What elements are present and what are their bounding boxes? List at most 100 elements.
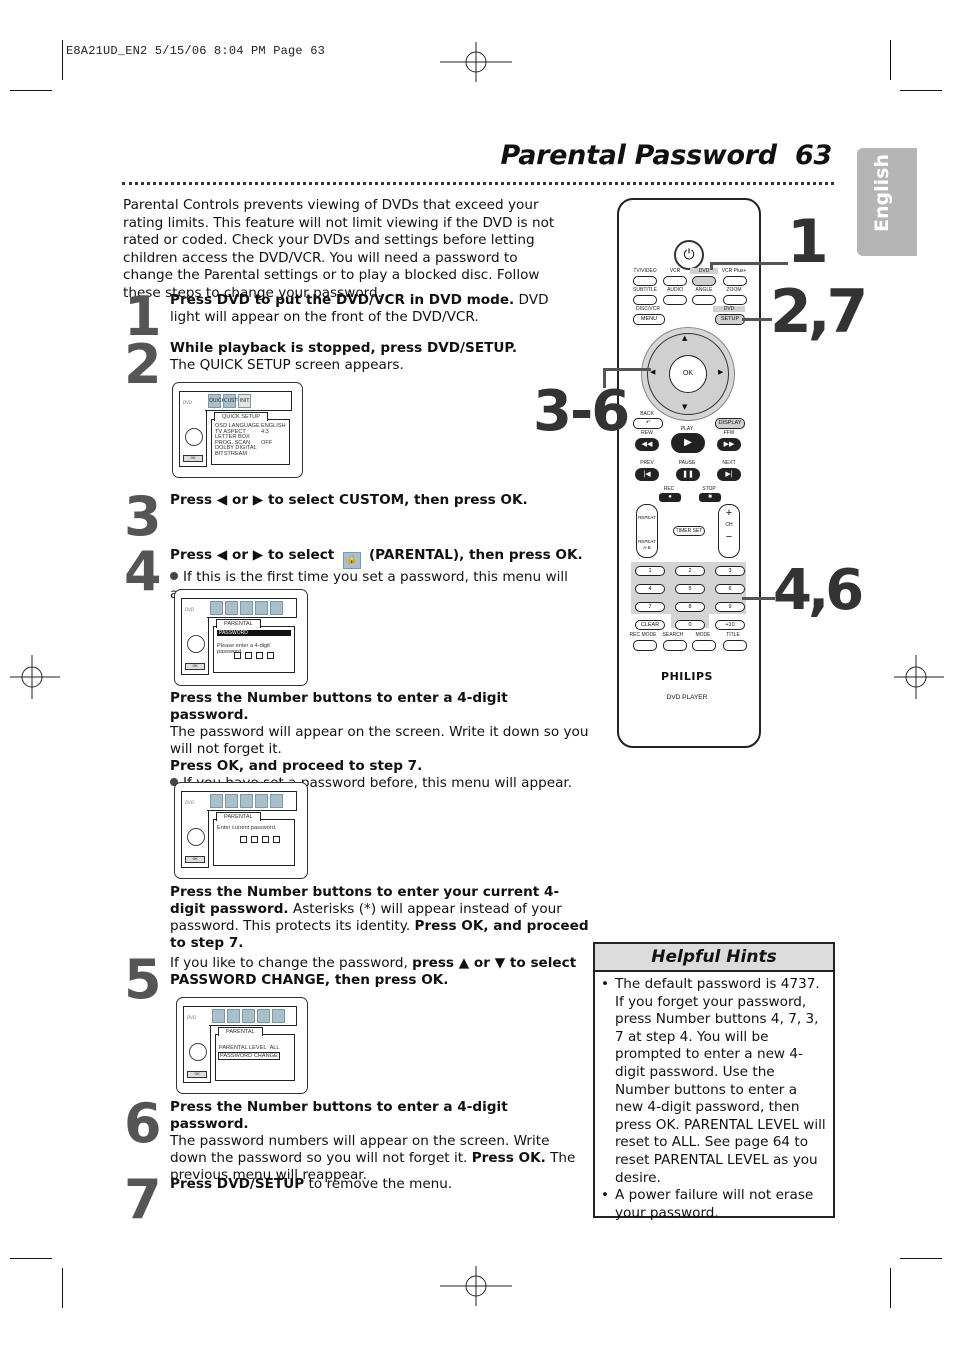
repeat-button[interactable]: REPEAT REPEAT A-B: [636, 504, 658, 558]
display-icon: [225, 601, 238, 615]
dvd-button[interactable]: [692, 276, 716, 286]
page-title: Parental Password 63: [480, 140, 832, 171]
menu-button[interactable]: MENU: [633, 314, 665, 325]
vcr-button[interactable]: [663, 276, 687, 286]
number-9-button[interactable]: 9: [715, 602, 745, 612]
number-1-button[interactable]: 1: [635, 566, 665, 576]
ok-button[interactable]: OK: [669, 355, 707, 393]
password-new-screen: DVD OK PARENTAL PASSWORD Please enter a 4…: [174, 589, 308, 686]
dpad-icon: [187, 635, 205, 653]
number-0-button[interactable]: 0: [675, 620, 705, 630]
step-6-bold2: Press OK.: [471, 1150, 546, 1166]
play-label: PLAY: [680, 426, 694, 432]
recmode-button[interactable]: [633, 640, 657, 651]
screen-icon-bar: [207, 598, 297, 618]
play-button[interactable]: ▶: [671, 433, 705, 453]
stop-button[interactable]: ■: [699, 493, 721, 502]
password-change-option: PASSWORD CHANGE: [218, 1052, 280, 1060]
setting-row: TV ASPECT 4:3 LETTER BOX: [215, 428, 269, 440]
hint-item: The default password is 4737. If you for…: [601, 976, 827, 1187]
step-2-detail: The QUICK SETUP screen appears.: [170, 357, 404, 373]
crop-mark: [900, 90, 942, 91]
number-5-button[interactable]: 5: [675, 584, 705, 594]
number-7-button[interactable]: 7: [635, 602, 665, 612]
number-3-button[interactable]: 3: [715, 566, 745, 576]
vcrplus-button[interactable]: [723, 276, 747, 286]
screen-main-area: PARENTAL PASSWORD Please enter a 4-digit…: [213, 619, 295, 673]
setting-row: DOLBY DIGITALBITSTREAM: [215, 445, 257, 457]
pause-button[interactable]: ❚❚: [676, 468, 700, 481]
language-icon: [210, 601, 223, 615]
crop-mark: [62, 1268, 63, 1308]
prev-button[interactable]: |◀: [635, 468, 659, 481]
intro-paragraph: Parental Controls prevents viewing of DV…: [123, 197, 555, 301]
crop-mark: [10, 1258, 52, 1259]
channel-button[interactable]: + CH −: [718, 504, 740, 558]
language-tab-label: English: [871, 154, 893, 232]
crop-mark: [890, 40, 891, 80]
display-button[interactable]: DISPLAY: [715, 418, 745, 429]
audio-icon: [240, 601, 253, 615]
audio-button[interactable]: [663, 295, 687, 305]
setup-button[interactable]: SETUP: [715, 314, 745, 325]
plus10-button[interactable]: +10: [715, 620, 745, 630]
discvcr-label: DISC/VCR: [636, 306, 660, 312]
password-prompt: Enter current password.: [217, 825, 277, 831]
step-5-detail: If you like to change the password,: [170, 955, 413, 971]
title-button[interactable]: [723, 640, 747, 651]
step-7-bold: Press DVD/SETUP: [170, 1176, 305, 1192]
screen-left-panel: DVD OK: [181, 791, 209, 868]
dvd-logo-icon: DVD: [183, 400, 192, 405]
others-icon: [270, 794, 283, 808]
dpad-icon: [187, 828, 205, 846]
title-label: TITLE: [726, 632, 740, 638]
callout-line: [742, 318, 772, 321]
audio-icon: [242, 1009, 255, 1023]
stop-label: STOP: [702, 486, 716, 492]
step-2-text: While playback is stopped, press DVD/SET…: [170, 340, 570, 374]
zoom-button[interactable]: [723, 295, 747, 305]
down-arrow-button[interactable]: ▼: [682, 403, 687, 411]
step-7-text: Press DVD/SETUP to remove the menu.: [170, 1176, 580, 1193]
screen-icon-bar: QUICK CUSTOM INIT: [205, 391, 292, 411]
lock-icon: [255, 601, 268, 615]
number-4-button[interactable]: 4: [635, 584, 665, 594]
dotted-divider: [122, 182, 834, 185]
lock-icon: [255, 794, 268, 808]
rew-button[interactable]: ◀◀: [635, 438, 659, 451]
dpad-icon: [189, 1043, 207, 1061]
init-icon: INIT: [238, 394, 251, 408]
subtitle-button[interactable]: [633, 295, 657, 305]
ok-label: OK: [185, 663, 205, 670]
registration-mark: [10, 655, 60, 699]
number-6-button[interactable]: 6: [715, 584, 745, 594]
custom-icon: CUSTOM: [223, 394, 246, 408]
remote-control: ⏻ TV/VIDEO VCR DVD VCR Plus+ SUBTITLE AU…: [617, 198, 761, 748]
clear-button[interactable]: CLEAR: [635, 620, 665, 630]
ffw-button[interactable]: ▶▶: [717, 438, 741, 451]
sub2-bold: Press OK, and proceed to step 7.: [170, 758, 423, 774]
screen-left-panel: DVD OK: [181, 598, 209, 675]
timer-set-button[interactable]: TIMER SET: [673, 526, 705, 536]
number-2-button[interactable]: 2: [675, 566, 705, 576]
language-icon: [210, 794, 223, 808]
back-button[interactable]: ↶: [633, 418, 663, 429]
ok-label: OK: [187, 1071, 207, 1078]
callout-3-6: 3-6: [533, 379, 630, 444]
next-button[interactable]: ▶|: [717, 468, 741, 481]
angle-label: ANGLE: [695, 287, 713, 293]
up-arrow-button[interactable]: ▲: [682, 334, 687, 342]
angle-button[interactable]: [692, 295, 716, 305]
callout-line: [603, 368, 606, 388]
helpful-hints-box: Helpful Hints The default password is 47…: [593, 942, 835, 1221]
tvvideo-button[interactable]: [633, 276, 657, 286]
power-button[interactable]: ⏻: [674, 240, 704, 270]
number-8-button[interactable]: 8: [675, 602, 705, 612]
search-button[interactable]: [663, 640, 687, 651]
mode-button[interactable]: [692, 640, 716, 651]
step-4-sub-text: Press the Number buttons to enter a 4-di…: [170, 690, 590, 792]
password-current-screen: DVD OK PARENTAL Enter current password.: [174, 782, 308, 879]
search-label: SEARCH: [662, 632, 684, 638]
rec-button[interactable]: ●: [659, 493, 681, 502]
right-arrow-button[interactable]: ▶: [718, 368, 723, 376]
